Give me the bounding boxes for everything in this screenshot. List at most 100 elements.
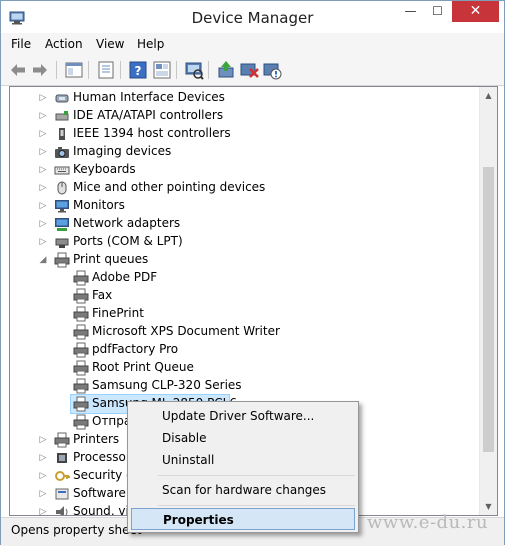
tree-row-mice[interactable]: ▷ Mice and other pointing devices: [10, 179, 478, 197]
tree-row-ide-ata-atapi-controllers[interactable]: ▷ IDE ATA/ATAPI controllers: [10, 107, 478, 125]
menu-action[interactable]: Action: [45, 37, 83, 51]
expand-chevron-icon[interactable]: ▷: [38, 200, 48, 212]
security-device-icon: [55, 471, 70, 481]
disable-icon[interactable]: [261, 59, 283, 81]
tree-row-label: Adobe PDF: [92, 270, 158, 284]
port-icon: [55, 238, 69, 248]
expand-chevron-icon[interactable]: ▷: [38, 506, 48, 515]
tree-row-fineprint[interactable]: FinePrint: [10, 305, 478, 323]
expand-chevron-icon[interactable]: ▷: [38, 146, 48, 158]
printer-icon: [73, 324, 89, 340]
collapse-chevron-icon[interactable]: ◢: [38, 254, 48, 266]
ctx-properties[interactable]: Properties: [131, 508, 355, 530]
tree-row-samsung-clp-320[interactable]: Samsung CLP-320 Series: [10, 377, 478, 395]
tree-row-adobe-pdf[interactable]: Adobe PDF: [10, 269, 478, 287]
ctx-disable[interactable]: Disable: [131, 427, 355, 449]
view-icon[interactable]: [151, 59, 173, 81]
toolbar-separator: [56, 61, 57, 79]
tree-row-label: Ports (COM & LPT): [73, 234, 183, 248]
expand-chevron-icon[interactable]: ▷: [38, 470, 48, 482]
toolbar-separator: [88, 61, 89, 79]
tree-row-ports[interactable]: ▷ Ports (COM & LPT): [10, 233, 478, 251]
menu-file[interactable]: File: [11, 37, 31, 51]
show-hide-console-tree-icon[interactable]: [63, 59, 85, 81]
tree-row-ieee-1394-host-controllers[interactable]: ▷ IEEE 1394 host controllers: [10, 125, 478, 143]
context-menu: Update Driver Software... Disable Uninst…: [127, 401, 359, 533]
tree-row-root-print-queue[interactable]: Root Print Queue: [10, 359, 478, 377]
maximize-button[interactable]: ☐: [424, 1, 451, 22]
tree-row-human-interface-devices[interactable]: ▷ Human Interface Devices: [10, 89, 478, 107]
tree-row-label: Print queues: [73, 252, 149, 266]
expand-chevron-icon[interactable]: ▷: [38, 452, 48, 464]
update-driver-icon[interactable]: [215, 59, 237, 81]
hid-icon: [55, 94, 69, 103]
tree-row-print-queues[interactable]: ◢ Print queues: [10, 251, 478, 269]
tree-row-imaging-devices[interactable]: ▷ Imaging devices: [10, 143, 478, 161]
expand-chevron-icon[interactable]: ▷: [38, 164, 48, 176]
scroll-up-arrow-icon[interactable]: ▲: [480, 87, 497, 104]
tree-row-label: Keyboards: [73, 162, 136, 176]
printer-icon: [73, 360, 89, 376]
tree-row-keyboards[interactable]: ▷ Keyboards: [10, 161, 478, 179]
monitor-icon: [55, 200, 69, 213]
menu-help[interactable]: Help: [137, 37, 164, 51]
tree-row-label: Microsoft XPS Document Writer: [92, 324, 280, 338]
back-icon[interactable]: [7, 59, 29, 81]
network-adapter-icon: [55, 218, 69, 231]
ctx-item-label: Disable: [162, 431, 207, 445]
printer-icon: [54, 432, 70, 448]
ctx-update-driver-software[interactable]: Update Driver Software...: [131, 405, 355, 427]
help-icon[interactable]: ?: [127, 59, 149, 81]
printer-icon: [73, 342, 89, 358]
toolbar-separator: [176, 61, 177, 79]
expand-chevron-icon[interactable]: ▷: [38, 236, 48, 248]
ctx-item-label: Update Driver Software...: [162, 409, 315, 423]
expand-chevron-icon[interactable]: ▷: [38, 434, 48, 446]
properties-icon[interactable]: [95, 59, 117, 81]
tree-row-network-adapters[interactable]: ▷ Network adapters: [10, 215, 478, 233]
tree-row-label: IDE ATA/ATAPI controllers: [73, 108, 224, 122]
vertical-scrollbar[interactable]: ▲ ▼: [479, 87, 497, 515]
tree-row-label: Root Print Queue: [92, 360, 194, 374]
tree-row-fax[interactable]: Fax: [10, 287, 478, 305]
close-button[interactable]: ✕: [452, 1, 499, 22]
expand-chevron-icon[interactable]: ▷: [38, 218, 48, 230]
tree-row-label: Отпра: [92, 414, 132, 428]
printer-icon: [54, 252, 70, 268]
expand-chevron-icon[interactable]: ▷: [38, 128, 48, 140]
tree-row-microsoft-xps-document-writer[interactable]: Microsoft XPS Document Writer: [10, 323, 478, 341]
tree-row-monitors[interactable]: ▷ Monitors: [10, 197, 478, 215]
ctx-scan-for-hardware-changes[interactable]: Scan for hardware changes: [131, 479, 355, 501]
toolbar-separator: [120, 61, 121, 79]
printer-icon: [73, 396, 89, 412]
tree-row-label: Samsung CLP-320 Series: [92, 378, 242, 392]
tree-row-label: Imaging devices: [73, 144, 172, 158]
scan-hardware-icon[interactable]: [183, 59, 205, 81]
tree-row-label: Mice and other pointing devices: [73, 180, 266, 194]
expand-chevron-icon[interactable]: ▷: [38, 488, 48, 500]
ctx-item-label: Uninstall: [162, 453, 215, 467]
ctx-item-label: Properties: [163, 513, 234, 527]
expand-chevron-icon[interactable]: ▷: [38, 110, 48, 122]
tree-row-pdffactory-pro[interactable]: pdfFactory Pro: [10, 341, 478, 359]
tree-row-label: FinePrint: [92, 306, 144, 320]
title-bar[interactable]: Device Manager — ☐ ✕: [1, 1, 504, 33]
toolbar-separator: [208, 61, 209, 79]
svg-text:?: ?: [135, 64, 142, 78]
ctx-separator: [158, 505, 355, 506]
forward-icon[interactable]: [29, 59, 51, 81]
minimize-button[interactable]: —: [397, 1, 424, 22]
keyboard-icon: [54, 166, 70, 175]
printer-icon: [73, 288, 89, 304]
tree-row-label: Printers: [73, 432, 120, 446]
printer-icon: [73, 378, 89, 394]
expand-chevron-icon[interactable]: ▷: [38, 92, 48, 104]
tree-row-label: pdfFactory Pro: [92, 342, 179, 356]
menu-view[interactable]: View: [96, 37, 124, 51]
tree-row-label: IEEE 1394 host controllers: [73, 126, 231, 140]
uninstall-icon[interactable]: [238, 59, 260, 81]
scrollbar-thumb[interactable]: [483, 167, 494, 452]
ctx-uninstall[interactable]: Uninstall: [131, 449, 355, 471]
expand-chevron-icon[interactable]: ▷: [38, 182, 48, 194]
sound-icon: [56, 506, 68, 515]
